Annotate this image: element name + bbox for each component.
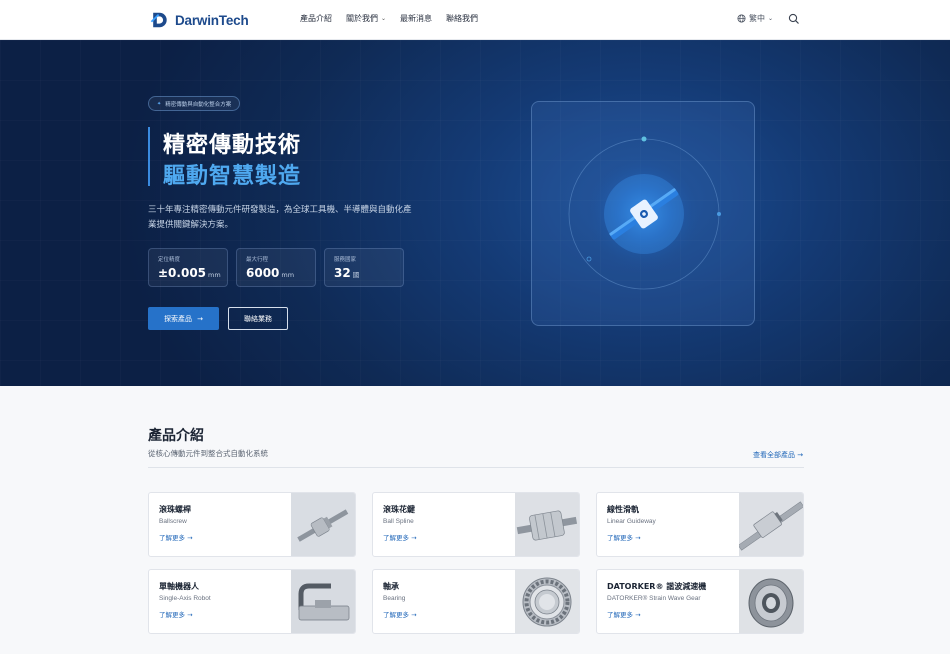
product-name-en: DATORKER® Strain Wave Gear — [607, 595, 701, 602]
link-label: 了解更多 — [159, 611, 185, 619]
product-card-linear-guideway[interactable]: 線性滑軌 Linear Guideway 了解更多 → — [596, 492, 804, 557]
stat-unit: mm — [208, 271, 221, 279]
link-label: 了解更多 — [159, 534, 185, 542]
contact-sales-button[interactable]: 聯絡業務 — [228, 307, 288, 330]
hero-grid-pattern — [0, 40, 950, 386]
stat-value: 6000 mm — [246, 266, 306, 280]
stat-number: 6000 — [246, 266, 280, 280]
learn-more-link[interactable]: 了解更多 → — [607, 609, 641, 619]
product-name-en: Ball Spline — [383, 518, 414, 525]
stat-value: 32 國 — [334, 266, 394, 280]
ballscrew-illustration — [568, 136, 721, 290]
learn-more-link[interactable]: 了解更多 → — [607, 532, 641, 542]
chevron-down-icon: ⌄ — [381, 15, 387, 22]
product-name-en: Linear Guideway — [607, 518, 656, 525]
hero-visual-card — [531, 101, 755, 326]
badge-label: 精密傳動與自動化整合方案 — [165, 101, 232, 108]
button-label: 聯絡業務 — [244, 314, 272, 323]
product-name: 軸承 — [383, 582, 399, 591]
product-name: 單軸機器人 — [159, 582, 199, 591]
products-section: 產品介紹 從核心傳動元件到整合式自動化系統 查看全部產品 → 滾珠螺桿 Ball… — [0, 386, 950, 654]
learn-more-link[interactable]: 了解更多 → — [383, 609, 417, 619]
stat-card-countries: 服務國家 32 國 — [324, 248, 404, 287]
learn-more-link[interactable]: 了解更多 → — [159, 532, 193, 542]
sparkle-icon: ✦ — [157, 100, 162, 107]
nav-label: 最新消息 — [400, 14, 433, 23]
linear-guideway-image — [739, 493, 803, 556]
stat-card-precision: 定位精度 ±0.005 mm — [148, 248, 228, 287]
arrow-right-icon: → — [411, 611, 417, 619]
arrow-right-icon: → — [197, 314, 203, 323]
stat-unit: mm — [281, 271, 295, 279]
product-card-strain-wave-gear[interactable]: DATORKER® 諧波減速機 DATORKER® Strain Wave Ge… — [596, 569, 804, 634]
arrow-right-icon: → — [411, 534, 417, 542]
stat-number: ±0.005 — [158, 266, 207, 280]
learn-more-link[interactable]: 了解更多 → — [383, 532, 417, 542]
stat-card-stroke: 最大行程 6000 mm — [236, 248, 316, 287]
language-label: 繁中 — [749, 14, 765, 23]
nav-label: 聯絡我們 — [446, 14, 479, 23]
site-header: DarwinTech 產品介紹 關於我們 ⌄ 最新消息 聯絡我們 繁中 ⌄ — [0, 0, 950, 40]
link-label: 了解更多 — [383, 534, 409, 542]
hero-badge: ✦ 精密傳動與自動化整合方案 — [148, 96, 241, 111]
product-name: 線性滑軌 — [607, 505, 639, 514]
learn-more-link[interactable]: 了解更多 → — [159, 609, 193, 619]
arrow-right-icon: → — [797, 451, 804, 459]
nav-label: 產品介紹 — [300, 14, 332, 23]
bearing-image — [515, 570, 579, 633]
stat-value: ±0.005 mm — [158, 266, 221, 280]
arrow-right-icon: → — [187, 611, 193, 619]
nav-item-news[interactable]: 最新消息 — [400, 13, 432, 24]
product-name-en: Ballscrew — [159, 518, 187, 525]
brand-name: DarwinTech — [175, 12, 249, 28]
view-all-products-link[interactable]: 查看全部產品 → — [753, 450, 803, 460]
button-label: 探索產品 — [164, 314, 193, 323]
hero-section: ✦ 精密傳動與自動化整合方案 精密傳動技術 驅動智慧製造 三十年專注精密傳動元件… — [0, 40, 950, 386]
strain-wave-gear-image — [739, 570, 803, 633]
stat-number: 32 — [334, 266, 351, 280]
section-title: 產品介紹 — [148, 428, 204, 444]
arrow-right-icon: → — [635, 611, 641, 619]
search-icon[interactable] — [788, 13, 800, 25]
section-subtitle: 從核心傳動元件到整合式自動化系統 — [148, 449, 268, 458]
nav-label: 關於我們 — [346, 14, 378, 23]
stat-label: 最大行程 — [246, 257, 269, 263]
ballscrew-image — [291, 493, 355, 556]
stat-label: 定位精度 — [158, 257, 181, 263]
stat-unit: 國 — [352, 271, 360, 279]
product-name: DATORKER® 諧波減速機 — [607, 582, 707, 591]
product-card-bearing[interactable]: 軸承 Bearing 了解更多 → — [372, 569, 580, 634]
main-nav: 產品介紹 關於我們 ⌄ 最新消息 聯絡我們 — [300, 13, 478, 24]
globe-icon — [737, 14, 746, 23]
link-label: 了解更多 — [607, 534, 633, 542]
hero-title-line2: 驅動智慧製造 — [163, 164, 302, 189]
link-label: 了解更多 — [383, 611, 409, 619]
product-name: 滾珠花鍵 — [383, 505, 415, 514]
title-accent-bar — [148, 127, 150, 186]
explore-products-button[interactable]: 探索產品 → — [148, 307, 219, 330]
nav-item-contact[interactable]: 聯絡我們 — [446, 13, 478, 24]
product-card-ball-spline[interactable]: 滾珠花鍵 Ball Spline 了解更多 → — [372, 492, 580, 557]
single-axis-robot-image — [291, 570, 355, 633]
product-name: 滾珠螺桿 — [159, 505, 191, 514]
logo-mark-icon — [150, 12, 167, 28]
link-label: 了解更多 — [607, 611, 633, 619]
language-selector[interactable]: 繁中 ⌄ — [737, 13, 773, 24]
link-label: 查看全部產品 — [753, 451, 795, 459]
hero-description: 三十年專注精密傳動元件研發製造，為全球工具機、半導體與自動化產業提供關鍵解決方案… — [148, 205, 412, 230]
product-card-single-axis-robot[interactable]: 單軸機器人 Single-Axis Robot 了解更多 → — [148, 569, 356, 634]
nav-item-products[interactable]: 產品介紹 — [300, 13, 332, 24]
product-card-ballscrew[interactable]: 滾珠螺桿 Ballscrew 了解更多 → — [148, 492, 356, 557]
product-name-en: Single-Axis Robot — [159, 595, 211, 602]
divider — [148, 467, 804, 468]
ball-spline-image — [515, 493, 579, 556]
product-name-en: Bearing — [383, 595, 406, 602]
chevron-down-icon: ⌄ — [768, 15, 774, 22]
stat-label: 服務國家 — [334, 257, 357, 263]
arrow-right-icon: → — [187, 534, 193, 542]
hero-title-line1: 精密傳動技術 — [163, 133, 302, 158]
arrow-right-icon: → — [635, 534, 641, 542]
nav-item-about[interactable]: 關於我們 ⌄ — [346, 13, 386, 24]
logo[interactable]: DarwinTech — [150, 11, 249, 29]
